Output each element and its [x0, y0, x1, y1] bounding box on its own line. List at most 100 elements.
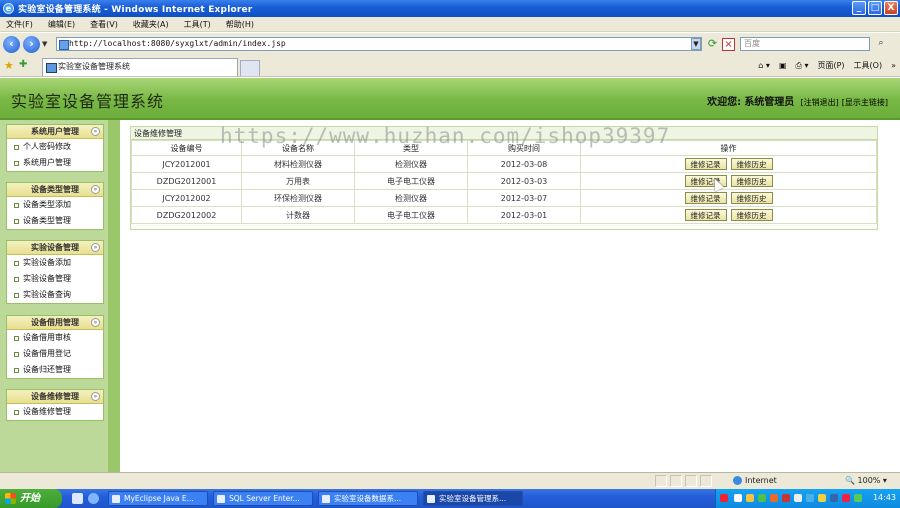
repair-history-button[interactable]: 维修历史: [730, 175, 773, 187]
favorites-star-icon[interactable]: ★: [4, 59, 14, 72]
tray-app-icon[interactable]: [818, 494, 826, 502]
zoom-control[interactable]: 🔍 100% ▾: [845, 476, 887, 485]
task-sqlserver[interactable]: SQL Server Enter...: [213, 491, 313, 506]
collapse-icon[interactable]: »: [91, 185, 100, 194]
sidebar-item-return-manage[interactable]: 设备归还管理: [7, 362, 103, 378]
stop-icon[interactable]: ×: [722, 38, 735, 51]
address-input[interactable]: http://localhost:8080/syxglxt/admin/inde…: [56, 37, 702, 51]
task-myeclipse[interactable]: MyEclipse Java E...: [108, 491, 208, 506]
tools-menu[interactable]: 工具(O): [854, 60, 883, 71]
cell-code: JCY2012002: [131, 189, 242, 207]
sidebar-group-title[interactable]: 系统用户管理»: [7, 125, 103, 139]
tray-app-icon[interactable]: [720, 494, 728, 502]
table-row: DZDG2012001 万用表 电子电工仪器 2012-03-03 维修记录 维修…: [131, 172, 877, 190]
tray-app-icon[interactable]: [854, 494, 862, 502]
sidebar-group-equipment: 实验设备管理» 实验设备添加 实验设备管理 实验设备查询: [6, 240, 104, 304]
sidebar-item-change-password[interactable]: 个人密码修改: [7, 139, 103, 155]
menu-help[interactable]: 帮助(H): [226, 19, 254, 30]
cell-date: 2012-03-03: [467, 172, 581, 190]
menu-view[interactable]: 查看(V): [90, 19, 118, 30]
menu-favorites[interactable]: 收藏夹(A): [133, 19, 169, 30]
search-input[interactable]: 百度: [740, 37, 870, 51]
collapse-icon[interactable]: »: [91, 243, 100, 252]
home-icon[interactable]: ⌂ ▾: [758, 61, 770, 70]
current-user: 系统管理员: [744, 97, 795, 108]
sidebar-group-title[interactable]: 设备维修管理»: [7, 390, 103, 404]
cell-actions: 维修记录 维修历史: [580, 206, 877, 224]
sidebar-item-borrow-review[interactable]: 设备借用审核: [7, 330, 103, 346]
sidebar-group-borrow: 设备借用管理» 设备借用审核 设备借用登记 设备归还管理: [6, 315, 104, 379]
cell-type: 检测仪器: [354, 155, 468, 173]
sidebar-item-repair-manage[interactable]: 设备维修管理: [7, 404, 103, 420]
tray-app-icon[interactable]: [734, 494, 742, 502]
history-dropdown-icon[interactable]: ▼: [42, 40, 50, 48]
sidebar-item-query-equipment[interactable]: 实验设备查询: [7, 287, 103, 303]
search-icon[interactable]: ⌕: [873, 37, 889, 51]
sidebar-group-title[interactable]: 实验设备管理»: [7, 241, 103, 255]
tray-app-icon[interactable]: [794, 494, 802, 502]
cell-code: DZDG2012002: [131, 206, 242, 224]
show-desktop-icon[interactable]: [72, 493, 83, 504]
cell-actions: 维修记录 维修历史: [580, 172, 877, 190]
menu-edit[interactable]: 编辑(E): [48, 19, 75, 30]
repair-record-button[interactable]: 维修记录: [684, 158, 727, 170]
new-tab-button[interactable]: [240, 60, 260, 76]
tray-app-icon[interactable]: [770, 494, 778, 502]
maximize-button[interactable]: □: [868, 1, 882, 15]
address-dropdown-icon[interactable]: ▼: [691, 38, 701, 50]
collapse-icon[interactable]: »: [91, 392, 100, 401]
welcome-area: 欢迎您: 系统管理员 [注销退出] [显示主链接]: [707, 93, 888, 108]
forward-button[interactable]: ›: [23, 35, 40, 53]
sidebar-group-title[interactable]: 设备类型管理»: [7, 183, 103, 197]
repair-history-button[interactable]: 维修历史: [730, 158, 773, 170]
close-button[interactable]: X: [884, 1, 898, 15]
show-home-link[interactable]: [显示主链接]: [842, 98, 888, 107]
cell-type: 电子电工仪器: [354, 172, 468, 190]
cell-type: 检测仪器: [354, 189, 468, 207]
sidebar-item-system-users[interactable]: 系统用户管理: [7, 155, 103, 171]
sidebar-item-manage-equipment[interactable]: 实验设备管理: [7, 271, 103, 287]
sidebar-item-add-equipment[interactable]: 实验设备添加: [7, 255, 103, 271]
repair-history-button[interactable]: 维修历史: [730, 209, 773, 221]
repair-record-button[interactable]: 维修记录: [684, 209, 727, 221]
tray-app-icon[interactable]: [842, 494, 850, 502]
logout-link[interactable]: [注销退出]: [801, 98, 839, 107]
tray-app-icon[interactable]: [806, 494, 814, 502]
tab-active[interactable]: 实验室设备管理系统: [42, 58, 238, 76]
menu-tools[interactable]: 工具(T): [184, 19, 211, 30]
sidebar-item-manage-type[interactable]: 设备类型管理: [7, 213, 103, 229]
tray-app-icon[interactable]: [830, 494, 838, 502]
page-menu[interactable]: 页面(P): [817, 60, 844, 71]
table-row: JCY2012001 材料检测仪器 检测仪器 2012-03-08 维修记录 维修…: [131, 155, 877, 173]
sidebar-item-borrow-register[interactable]: 设备借用登记: [7, 346, 103, 362]
more-icon[interactable]: »: [891, 61, 896, 70]
menu-file[interactable]: 文件(F): [6, 19, 33, 30]
ie-quicklaunch-icon[interactable]: [88, 493, 99, 504]
refresh-icon[interactable]: ⟳: [706, 38, 719, 51]
status-pane: [655, 475, 667, 487]
globe-icon: [733, 476, 742, 485]
welcome-prefix: 欢迎您:: [707, 97, 742, 108]
repair-history-button[interactable]: 维修历史: [730, 192, 773, 204]
tray-app-icon[interactable]: [758, 494, 766, 502]
repair-record-button[interactable]: 维修记录: [684, 192, 727, 204]
task-db-window[interactable]: 实验室设备数据系...: [318, 491, 418, 506]
add-favorite-icon[interactable]: ✚: [19, 59, 27, 70]
collapse-icon[interactable]: »: [91, 318, 100, 327]
sidebar-item-add-type[interactable]: 设备类型添加: [7, 197, 103, 213]
tray-app-icon[interactable]: [746, 494, 754, 502]
feeds-icon[interactable]: ▣: [779, 61, 787, 70]
task-ie-active[interactable]: 实验室设备管理系...: [423, 491, 523, 506]
back-button[interactable]: ‹: [3, 35, 20, 53]
sidebar-group-title[interactable]: 设备借用管理»: [7, 316, 103, 330]
status-pane: [685, 475, 697, 487]
main-content: 设备维修管理 设备编号 设备名称 类型 购买时间 操作 JCY2012001 材…: [120, 120, 900, 472]
minimize-button[interactable]: _: [852, 1, 866, 15]
start-button[interactable]: 开始: [0, 489, 62, 508]
print-icon[interactable]: ⎙ ▾: [796, 61, 809, 71]
status-bar: Internet 🔍 100% ▾: [0, 472, 900, 489]
tray-app-icon[interactable]: [782, 494, 790, 502]
command-bar: ⌂ ▾ ▣ ⎙ ▾ 页面(P) 工具(O) »: [758, 60, 896, 71]
collapse-icon[interactable]: »: [91, 127, 100, 136]
cell-type: 电子电工仪器: [354, 206, 468, 224]
